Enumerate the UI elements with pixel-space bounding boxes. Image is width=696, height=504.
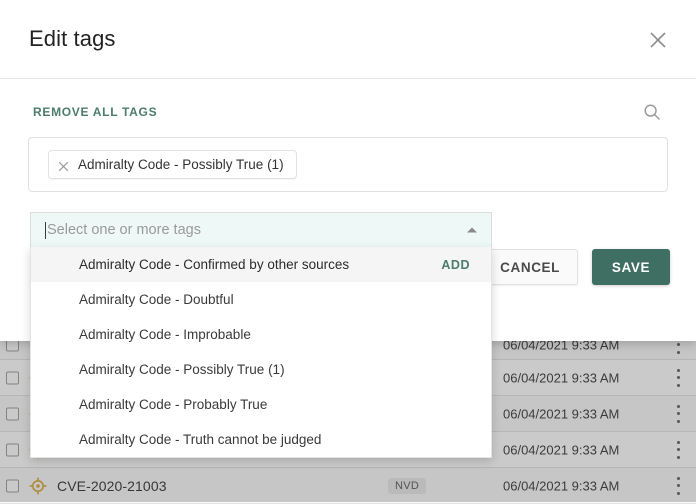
tag-options-list: Admiralty Code - Confirmed by other sour…: [30, 247, 492, 458]
edit-tags-dialog: Edit tags REMOVE ALL TAGS: [0, 0, 696, 341]
save-button[interactable]: SAVE: [592, 249, 670, 285]
tag-option-4[interactable]: Admiralty Code - Probably True: [31, 387, 491, 422]
close-icon[interactable]: [647, 29, 669, 51]
add-tag-button[interactable]: ADD: [441, 258, 470, 272]
tag-combobox: Select one or more tags Admiralty Code -…: [30, 212, 492, 458]
tag-option-label: Admiralty Code - Truth cannot be judged: [79, 432, 321, 447]
tag-option-2[interactable]: Admiralty Code - Improbable: [31, 317, 491, 352]
chevron-up-icon[interactable]: [467, 228, 477, 233]
tag-option-label: Admiralty Code - Confirmed by other sour…: [79, 257, 349, 272]
remove-tag-icon[interactable]: [58, 159, 69, 170]
cancel-button[interactable]: CANCEL: [482, 249, 578, 285]
tag-option-label: Admiralty Code - Probably True: [79, 397, 267, 412]
tag-search-input[interactable]: Select one or more tags: [30, 212, 492, 247]
page-title: Edit tags: [29, 26, 116, 52]
tag-option-1[interactable]: Admiralty Code - Doubtful: [31, 282, 491, 317]
tag-option-0[interactable]: Admiralty Code - Confirmed by other sour…: [31, 247, 491, 282]
tag-option-label: Admiralty Code - Improbable: [79, 327, 251, 342]
search-icon[interactable]: [643, 103, 661, 121]
tag-option-3[interactable]: Admiralty Code - Possibly True (1): [31, 352, 491, 387]
tag-chip[interactable]: Admiralty Code - Possibly True (1): [48, 150, 297, 179]
tag-option-label: Admiralty Code - Doubtful: [79, 292, 234, 307]
remove-all-tags-button[interactable]: REMOVE ALL TAGS: [33, 105, 157, 119]
text-cursor: [45, 222, 46, 239]
tag-search-placeholder: Select one or more tags: [47, 222, 201, 238]
dialog-header: Edit tags: [0, 0, 696, 79]
tag-option-label: Admiralty Code - Possibly True (1): [79, 362, 285, 377]
dialog-actions: CANCEL SAVE: [482, 249, 670, 285]
tag-chip-label: Admiralty Code - Possibly True (1): [78, 157, 284, 172]
tag-option-5[interactable]: Admiralty Code - Truth cannot be judged: [31, 422, 491, 457]
selected-tags-container: Admiralty Code - Possibly True (1): [28, 137, 668, 192]
